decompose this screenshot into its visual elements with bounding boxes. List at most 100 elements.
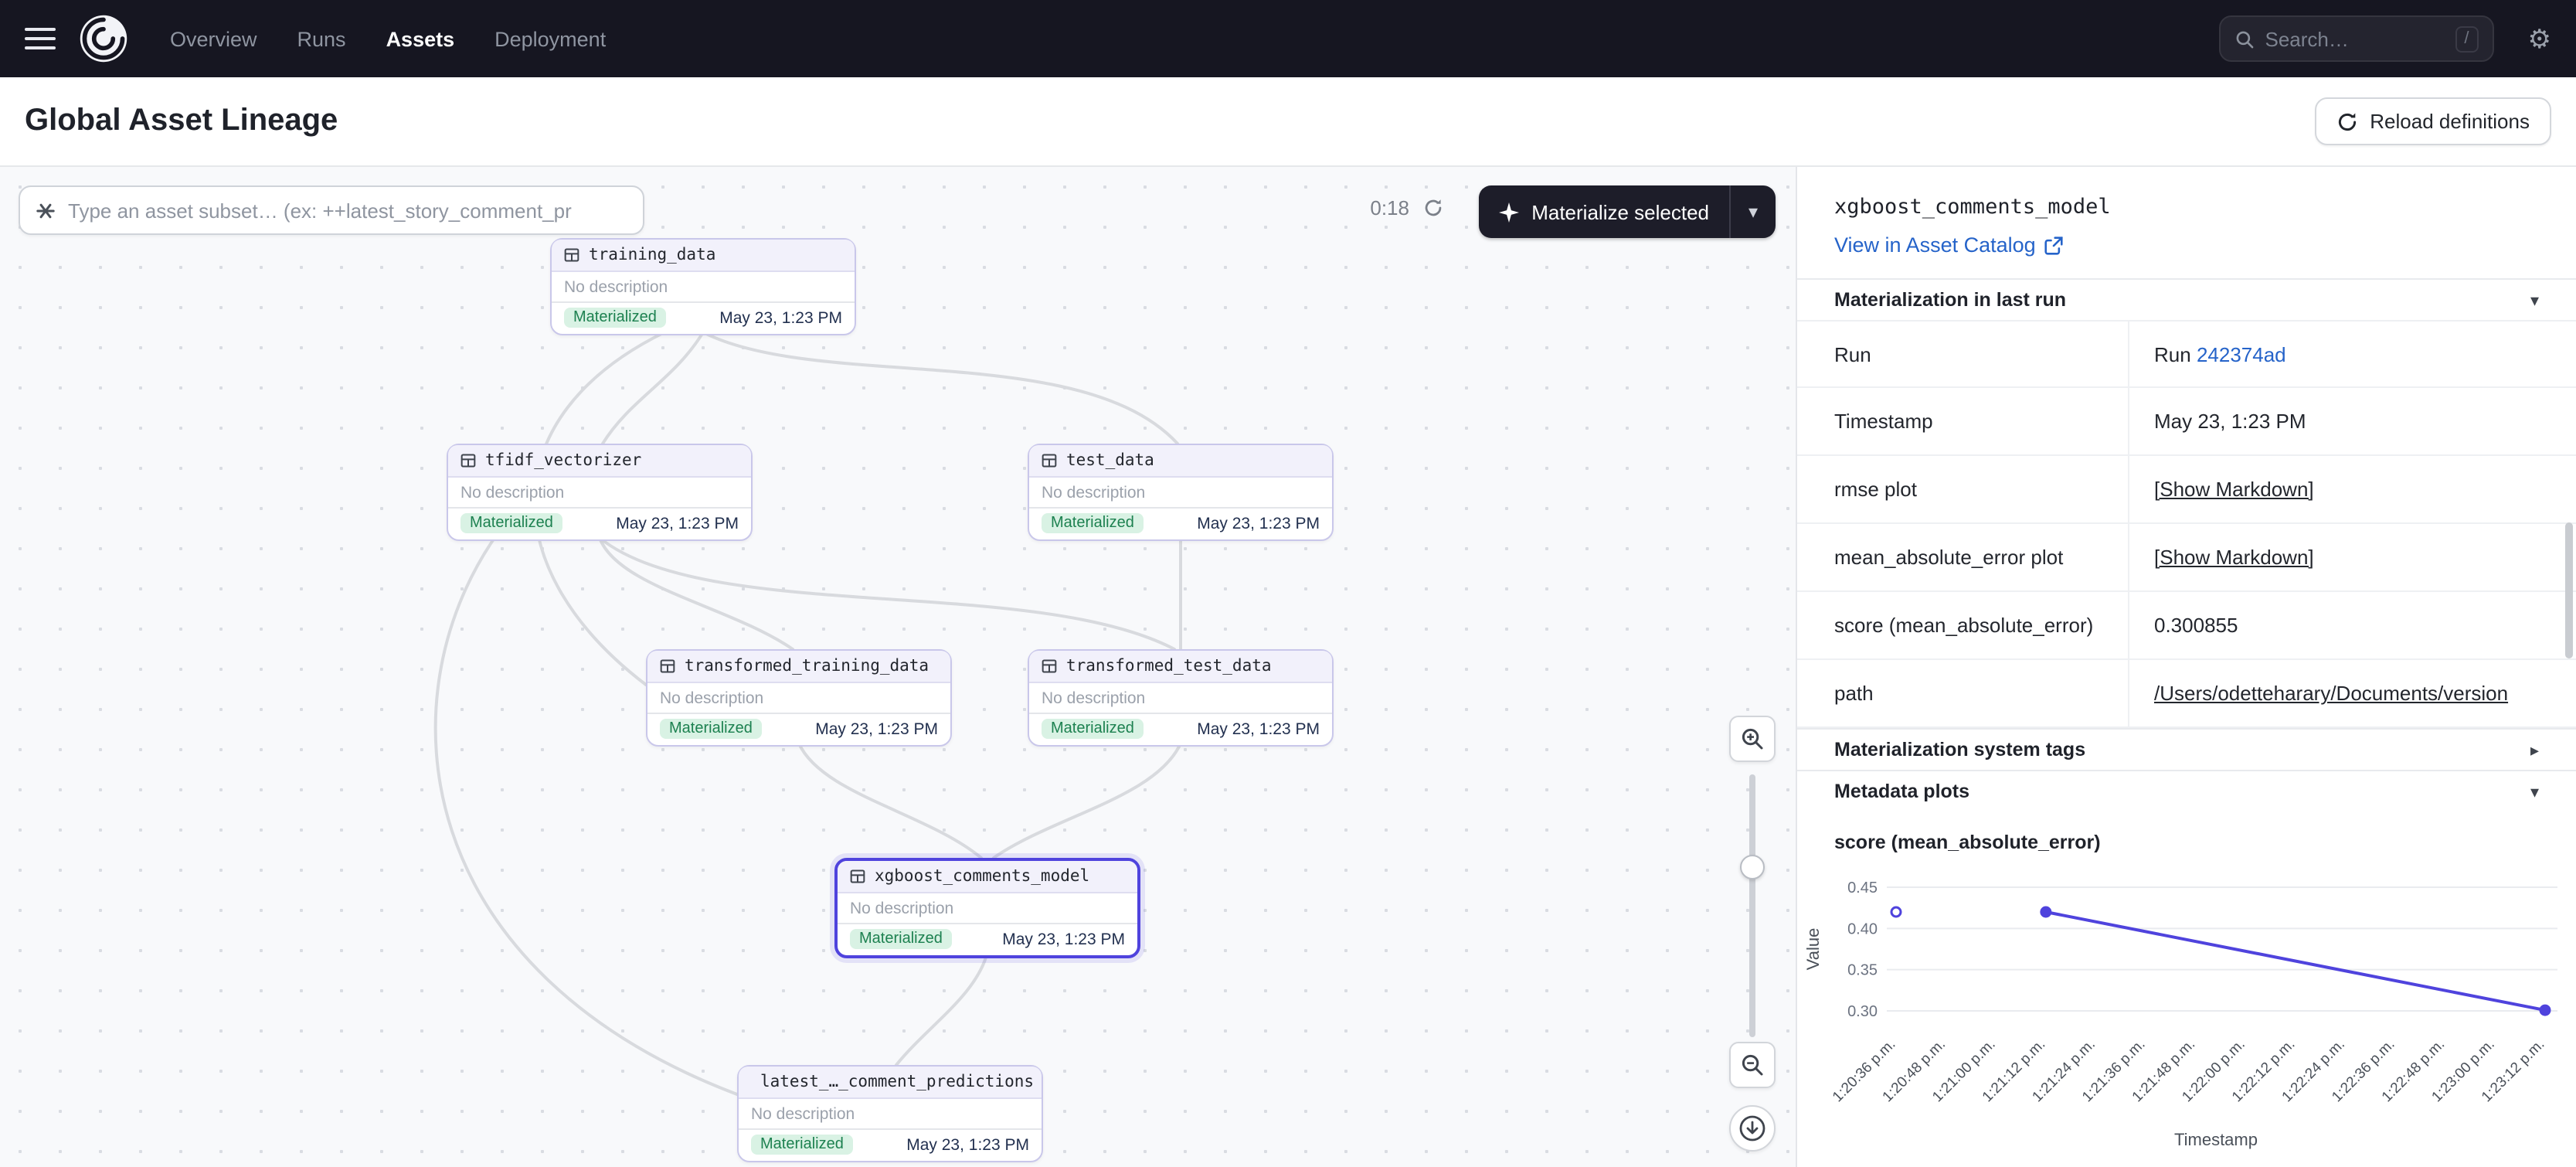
lineage-edge [600, 538, 1174, 649]
view-in-asset-catalog-link[interactable]: View in Asset Catalog [1834, 233, 2539, 257]
section-materialization-in-last-run[interactable]: Materialization in last run ▾ [1797, 278, 2576, 320]
nav-item-overview[interactable]: Overview [170, 27, 257, 50]
asset-node-label: tfidf_vectorizer [485, 451, 641, 470]
asset-node-latest_comment_predictions[interactable]: latest_…_comment_predictionsNo descripti… [737, 1065, 1043, 1162]
nav-item-runs[interactable]: Runs [297, 27, 346, 50]
asset-node-transformed_training_data[interactable]: transformed_training_dataNo descriptionM… [646, 649, 952, 747]
metadata-row-mean-absolute-error-plot: mean_absolute_error plot [Show Markdown] [1797, 524, 2576, 592]
reload-definitions-button[interactable]: Reload definitions [2314, 97, 2551, 145]
svg-text:0.45: 0.45 [1847, 880, 1878, 897]
asset-node-description: No description [448, 478, 751, 507]
search-placeholder: Search… [2265, 27, 2445, 50]
lineage-edge [703, 332, 1178, 444]
page-title: Global Asset Lineage [25, 104, 338, 139]
asset-node-description: No description [739, 1099, 1042, 1128]
zoom-slider-handle[interactable] [1740, 855, 1765, 880]
section-title: Materialization in last run [1834, 289, 2066, 311]
asset-node-timestamp: May 23, 1:23 PM [1197, 514, 1320, 532]
refresh-now-icon[interactable] [1423, 198, 1443, 218]
nav-item-assets[interactable]: Assets [386, 27, 455, 50]
metadata-link[interactable]: /Users/odetteharary/Documents/version [2154, 682, 2508, 705]
svg-text:0.40: 0.40 [1847, 920, 1878, 937]
materialize-selected-label: Materialize selected [1531, 200, 1709, 223]
asset-node-training_data[interactable]: training_dataNo descriptionMaterializedM… [550, 238, 856, 335]
metadata-row-rmse-plot: rmse plot [Show Markdown] [1797, 456, 2576, 524]
lineage-graph[interactable]: Type an asset subset… (ex: ++latest_stor… [0, 167, 1796, 1167]
metadata-link[interactable]: [Show Markdown] [2154, 546, 2314, 569]
lineage-edge [436, 538, 737, 1094]
search-icon [2234, 29, 2255, 49]
asset-node-header: training_data [552, 240, 855, 272]
asset-node-footer: MaterializedMay 23, 1:23 PM [647, 713, 950, 745]
metadata-plot-svg: 0.300.350.400.451:20:36 p.m.1:20:48 p.m.… [1800, 862, 2573, 1156]
table-icon [564, 247, 579, 263]
asset-filter-input[interactable]: Type an asset subset… (ex: ++latest_stor… [19, 185, 644, 235]
materialized-badge: Materialized [850, 929, 952, 949]
metadata-row-score-mean-absolute-error-: score (mean_absolute_error)0.300855 [1797, 592, 2576, 660]
table-icon [1042, 453, 1057, 468]
materialized-badge: Materialized [1042, 719, 1144, 739]
metadata-value: May 23, 1:23 PM [2129, 388, 2576, 454]
asset-node-xgboost_comments_model[interactable]: xgboost_comments_modelNo descriptionMate… [834, 858, 1140, 958]
external-link-icon [2045, 236, 2064, 254]
materialize-selected-button[interactable]: Materialize selected ▾ [1479, 185, 1776, 238]
lineage-edge [603, 332, 703, 444]
materialized-badge: Materialized [660, 719, 762, 739]
metadata-row-timestamp: Timestamp May 23, 1:23 PM [1797, 388, 2576, 456]
gear-icon[interactable]: ⚙ [2528, 26, 2552, 52]
asset-node-label: transformed_training_data [685, 657, 929, 675]
section-metadata-plots[interactable]: Metadata plots ▾ [1797, 770, 2576, 811]
last-run-table: RunRun 242374adTimestamp May 23, 1:23 PM r… [1797, 320, 2576, 728]
asset-node-label: transformed_test_data [1066, 657, 1272, 675]
search-input[interactable]: Search… / [2219, 15, 2494, 62]
view-in-asset-catalog-label: View in Asset Catalog [1834, 233, 2036, 257]
metadata-value: Run 242374ad [2129, 322, 2576, 386]
refresh-icon [2336, 111, 2357, 132]
svg-text:Value: Value [1803, 928, 1823, 971]
svg-text:Timestamp: Timestamp [2174, 1130, 2258, 1149]
arrow-down-circle-icon [1738, 1114, 1766, 1142]
materialized-badge: Materialized [751, 1135, 853, 1155]
metadata-value: /Users/odetteharary/Documents/version [2129, 660, 2576, 726]
table-icon [1042, 658, 1057, 674]
asset-node-timestamp: May 23, 1:23 PM [616, 514, 739, 532]
top-nav: Overview Runs Assets Deployment Search… / ⚙ [0, 0, 2576, 77]
menu-icon[interactable] [25, 28, 56, 49]
reload-definitions-label: Reload definitions [2370, 110, 2530, 133]
recenter-button[interactable] [1729, 1105, 1776, 1152]
metadata-plot-title: score (mean_absolute_error) [1797, 811, 2576, 856]
metadata-plot: 0.300.350.400.451:20:36 p.m.1:20:48 p.m.… [1797, 856, 2576, 1164]
sidebar-scrollbar[interactable] [2565, 522, 2573, 658]
section-title: Materialization system tags [1834, 739, 2085, 760]
asset-node-transformed_test_data[interactable]: transformed_test_dataNo descriptionMater… [1028, 649, 1334, 747]
materialized-badge: Materialized [1042, 513, 1144, 533]
metadata-label: mean_absolute_error plot [1797, 524, 2129, 590]
page-header: Global Asset Lineage Reload definitions [0, 77, 2576, 167]
materialize-sparkle-icon [1499, 202, 1519, 222]
asset-node-header: xgboost_comments_model [838, 861, 1137, 893]
metadata-value: [Show Markdown] [2129, 456, 2576, 522]
metadata-label: Timestamp [1797, 388, 2129, 454]
dagster-logo [77, 12, 130, 65]
section-materialization-system-tags[interactable]: Materialization system tags ▸ [1797, 728, 2576, 770]
materialize-dropdown-caret[interactable]: ▾ [1729, 185, 1776, 238]
zoom-slider[interactable] [1729, 774, 1776, 1037]
nav-item-deployment[interactable]: Deployment [494, 27, 606, 50]
svg-text:0.30: 0.30 [1847, 1003, 1878, 1020]
asset-node-timestamp: May 23, 1:23 PM [719, 308, 842, 327]
metadata-label: Run [1797, 322, 2129, 386]
asset-node-tfidf_vectorizer[interactable]: tfidf_vectorizerNo descriptionMaterializ… [447, 444, 753, 541]
lineage-edge [994, 743, 1181, 858]
nav-items: Overview Runs Assets Deployment [170, 27, 606, 50]
zoom-out-button[interactable] [1729, 1042, 1776, 1088]
metadata-link[interactable]: [Show Markdown] [2154, 478, 2314, 501]
metadata-link[interactable]: 242374ad [2197, 342, 2286, 366]
asset-node-label: test_data [1066, 451, 1154, 470]
metadata-text: May 23, 1:23 PM [2154, 410, 2306, 433]
metadata-label: rmse plot [1797, 456, 2129, 522]
asset-node-test_data[interactable]: test_dataNo descriptionMaterializedMay 2… [1028, 444, 1334, 541]
refresh-timer-value: 0:18 [1370, 196, 1409, 219]
zoom-slider-track[interactable] [1749, 774, 1755, 1037]
chevron-down-icon: ▾ [2530, 781, 2539, 801]
zoom-in-button[interactable] [1729, 716, 1776, 762]
